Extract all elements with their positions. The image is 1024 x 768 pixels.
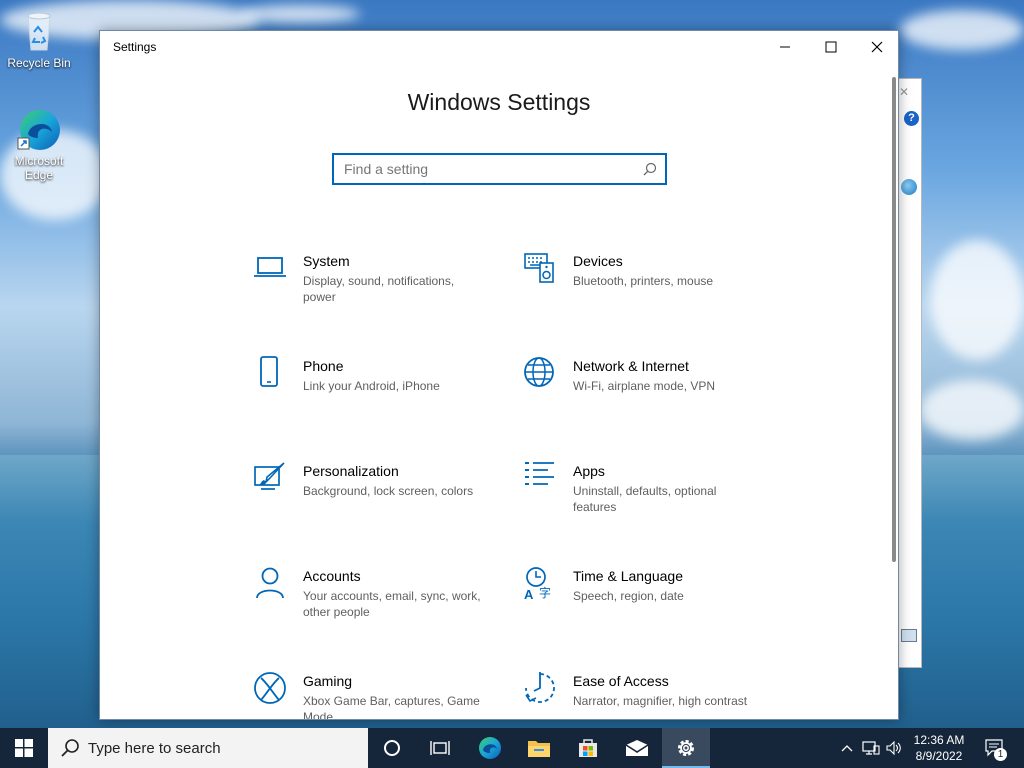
category-description: Background, lock screen, colors [303, 484, 474, 498]
clock[interactable]: 12:36 AM 8/9/2022 [908, 732, 970, 764]
action-center-button[interactable]: 1 [980, 728, 1010, 768]
desktop-icon-recycle-bin[interactable]: Recycle Bin [4, 8, 74, 70]
edge-icon [479, 737, 501, 759]
category-name: Time & Language [573, 568, 683, 584]
window-title: Settings [113, 40, 157, 54]
globe-icon [524, 357, 554, 387]
help-icon[interactable]: ? [904, 111, 919, 126]
category-description: Your accounts, email, sync, work, other … [303, 589, 481, 619]
category-phone[interactable]: Phone Link your Android, iPhone [253, 356, 493, 436]
mail-button[interactable] [613, 728, 661, 768]
background-window[interactable]: ? ✕ [896, 78, 922, 668]
clock-time: 12:36 AM [913, 733, 965, 747]
network-button[interactable] [860, 728, 882, 768]
desktop-icon-edge[interactable]: Microsoft Edge [4, 106, 74, 182]
category-devices[interactable]: Devices Bluetooth, printers, mouse [523, 251, 763, 331]
category-gaming[interactable]: Gaming Xbox Game Bar, captures, Game Mod… [253, 671, 493, 720]
taskbar-search-label: Type here to search [88, 740, 221, 757]
task-view-icon [430, 741, 450, 755]
xbox-icon [254, 672, 286, 704]
search-box[interactable] [332, 153, 667, 185]
store-icon [579, 739, 597, 757]
file-explorer-button[interactable] [515, 728, 563, 768]
image-icon [901, 629, 917, 642]
category-description: Uninstall, defaults, optional features [573, 484, 717, 514]
folder-icon [528, 741, 550, 757]
desktop-icon-label: Microsoft Edge [14, 154, 64, 182]
paint-brush-icon [254, 462, 285, 490]
category-accounts[interactable]: Accounts Your accounts, email, sync, wor… [253, 566, 493, 646]
taskbar-edge-button[interactable] [466, 728, 514, 768]
maximize-icon [825, 41, 837, 53]
category-name: Ease of Access [573, 673, 669, 689]
time-language-icon: A 字 [524, 567, 551, 600]
volume-button[interactable] [884, 728, 906, 768]
ease-of-access-icon [525, 672, 555, 703]
category-name: Gaming [303, 673, 353, 689]
category-name: Accounts [303, 568, 361, 584]
taskbar: Type here to search 12:36 AM 8/9/2022 1 [0, 728, 1024, 768]
keyboard-speaker-icon [524, 253, 554, 283]
globe-icon [901, 179, 917, 195]
task-view-button[interactable] [416, 728, 464, 768]
category-apps[interactable]: Apps Uninstall, defaults, optional featu… [523, 461, 763, 541]
category-name: System [303, 253, 350, 269]
category-name: Phone [303, 358, 344, 374]
category-description: Link your Android, iPhone [303, 379, 440, 393]
category-network[interactable]: Network & Internet Wi-Fi, airplane mode,… [523, 356, 763, 436]
settings-taskbar-button[interactable] [662, 728, 710, 768]
category-description: Bluetooth, printers, mouse [573, 274, 714, 288]
category-system[interactable]: System Display, sound, notifications, po… [253, 251, 493, 331]
category-ease-of-access[interactable]: Ease of Access Narrator, magnifier, high… [523, 671, 763, 719]
page-title: Windows Settings [407, 89, 591, 115]
category-name: Apps [573, 463, 605, 479]
close-icon [871, 41, 883, 53]
category-time-language[interactable]: A 字 Time & Language Speech, region, date [523, 566, 763, 646]
taskbar-search-box[interactable]: Type here to search [48, 728, 368, 768]
notification-badge: 1 [994, 748, 1007, 761]
settings-window[interactable]: Settings Windows Settings System Display… [99, 30, 899, 720]
svg-text:字: 字 [539, 585, 551, 600]
cortana-icon [384, 740, 400, 756]
cortana-button[interactable] [368, 728, 416, 768]
start-button[interactable] [0, 728, 48, 768]
category-personalization[interactable]: Personalization Background, lock screen,… [253, 461, 493, 541]
svg-text:A: A [524, 587, 534, 600]
close-button[interactable] [854, 31, 898, 63]
title-bar[interactable]: Settings [100, 31, 898, 63]
category-name: Devices [573, 253, 623, 269]
category-description: Narrator, magnifier, high contrast [573, 694, 748, 708]
category-name: Network & Internet [573, 358, 689, 374]
minimize-button[interactable] [762, 31, 808, 63]
edge-icon [16, 106, 62, 152]
category-description: Display, sound, notifications, power [303, 274, 455, 304]
show-hidden-icons-button[interactable] [838, 728, 856, 768]
person-icon [256, 567, 284, 599]
category-description: Speech, region, date [573, 589, 684, 603]
chevron-up-icon [841, 745, 853, 752]
search-icon [61, 739, 79, 757]
volume-icon [886, 741, 901, 755]
apps-list-icon [525, 462, 554, 485]
category-name: Personalization [303, 463, 399, 479]
mail-icon [625, 740, 649, 756]
network-icon [862, 741, 880, 755]
maximize-button[interactable] [808, 31, 854, 63]
laptop-icon [254, 257, 286, 277]
clock-date: 8/9/2022 [915, 749, 963, 763]
category-description: Wi-Fi, airplane mode, VPN [573, 379, 716, 393]
desktop-icon-label: Recycle Bin [7, 56, 71, 70]
minimize-icon [780, 46, 790, 48]
search-input[interactable] [344, 160, 634, 178]
gear-icon [678, 740, 694, 756]
close-icon[interactable]: ✕ [899, 85, 909, 99]
store-button[interactable] [564, 728, 612, 768]
search-icon [643, 162, 657, 176]
recycle-bin-icon [16, 8, 62, 54]
windows-logo-icon [15, 739, 33, 757]
phone-icon [260, 356, 278, 387]
category-description: Xbox Game Bar, captures, Game Mode [303, 694, 480, 720]
scrollbar[interactable] [892, 77, 896, 562]
